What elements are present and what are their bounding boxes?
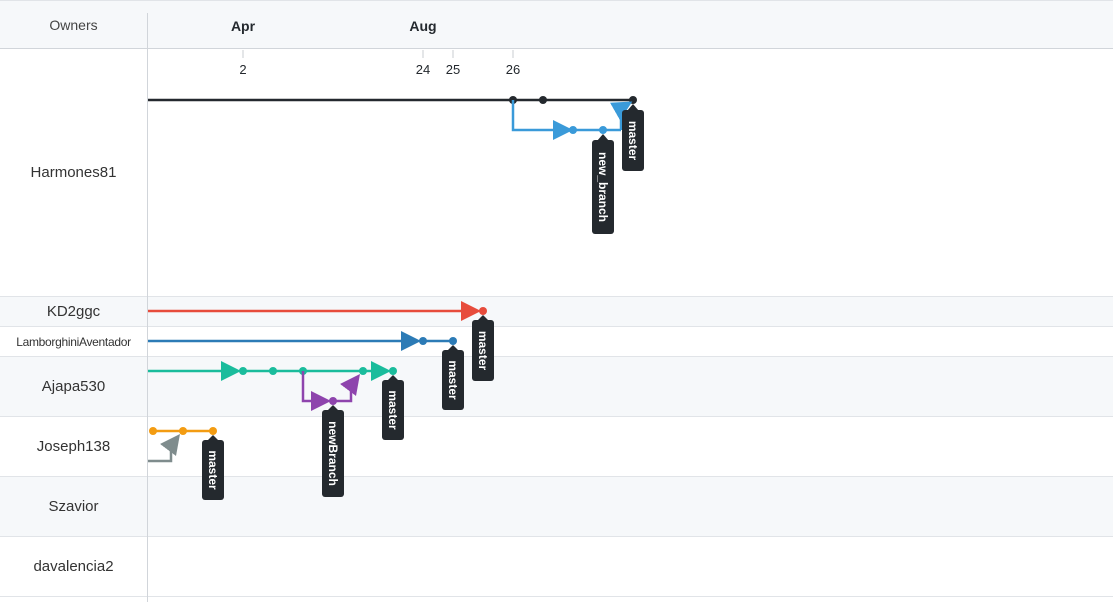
branch-tag-label: new_branch <box>596 152 610 222</box>
commit-graph: 2 24 25 26 new_branch master master mast… <box>148 50 644 500</box>
day-ticks: 2 24 25 26 <box>239 50 520 77</box>
commit-dot[interactable] <box>359 367 367 375</box>
commit-dot[interactable] <box>389 367 397 375</box>
commit-dot[interactable] <box>599 126 607 134</box>
branch-tag-kd2ggc-master[interactable]: master <box>472 315 494 381</box>
commit-dot[interactable] <box>539 96 547 104</box>
commit-dot[interactable] <box>449 337 457 345</box>
branch-line-ajapa530-newbranch <box>301 371 360 411</box>
branch-tag-harmones81-master[interactable]: master <box>622 104 644 171</box>
commit-dot[interactable] <box>239 367 247 375</box>
branch-tag-label: master <box>206 450 220 490</box>
commit-dot[interactable] <box>329 397 337 405</box>
day-label: 24 <box>416 62 430 77</box>
day-label: 2 <box>239 62 246 77</box>
commit-dot[interactable] <box>419 337 427 345</box>
branch-line-lamborghini-master <box>148 331 457 351</box>
commit-dot[interactable] <box>179 427 187 435</box>
commit-dot[interactable] <box>149 427 157 435</box>
commit-dot[interactable] <box>479 307 487 315</box>
branch-line-ajapa530-master <box>148 361 397 381</box>
day-label: 25 <box>446 62 460 77</box>
network-graph: Owners Apr Aug Harmones81 KD2ggc Lamborg… <box>0 0 1113 602</box>
branch-tag-harmones81-new-branch[interactable]: new_branch <box>592 134 614 234</box>
branch-line-harmones81-new-branch <box>511 100 633 140</box>
day-label: 26 <box>506 62 520 77</box>
branch-tag-label: master <box>446 360 460 400</box>
branch-tag-joseph138-master[interactable]: master <box>202 435 224 500</box>
branch-tag-label: newBranch <box>326 421 340 486</box>
commit-dot[interactable] <box>629 96 637 104</box>
branch-tag-label: master <box>626 121 640 161</box>
branch-tag-lamborghini-master[interactable]: master <box>442 345 464 410</box>
commit-dot[interactable] <box>569 126 577 134</box>
branch-line-kd2ggc-master <box>148 301 487 321</box>
commit-dot[interactable] <box>269 367 277 375</box>
branch-tag-label: master <box>386 390 400 430</box>
branch-tag-ajapa530-master[interactable]: master <box>382 375 404 440</box>
branch-line-harmones81-master <box>148 96 637 104</box>
branch-tag-label: master <box>476 331 490 371</box>
commit-dot[interactable] <box>209 427 217 435</box>
branch-tag-ajapa530-newbranch[interactable]: newBranch <box>322 405 344 497</box>
